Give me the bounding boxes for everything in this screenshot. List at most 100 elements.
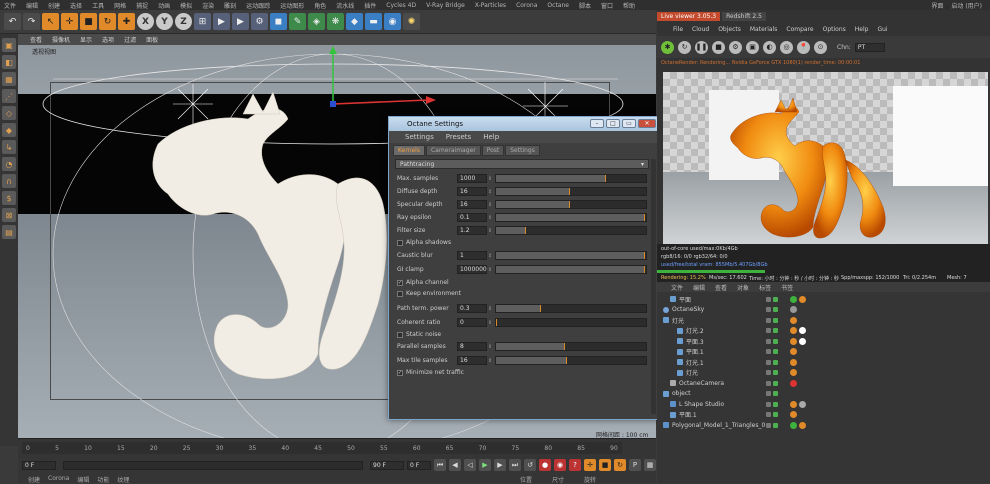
tag-icon[interactable]	[790, 337, 797, 345]
enable-checkmark[interactable]	[773, 380, 778, 386]
octane-render-view[interactable]	[663, 72, 988, 244]
setting-value-field[interactable]: 0.3	[457, 304, 487, 313]
maximize-icon[interactable]: □	[606, 119, 620, 128]
enable-checkmark[interactable]	[773, 370, 778, 375]
setting-value-field[interactable]: 16	[457, 356, 487, 365]
enable-checkmark[interactable]	[773, 307, 778, 312]
frame-range-slider[interactable]	[63, 460, 363, 470]
axis-x-button[interactable]: X	[137, 13, 154, 30]
menu-item[interactable]: 窗口	[601, 1, 613, 10]
checkbox-static-noise[interactable]: Static noise	[397, 331, 441, 338]
menu-item[interactable]: 帮助	[623, 1, 635, 10]
cloner-icon[interactable]: ❋	[327, 13, 344, 30]
setting-slider[interactable]	[495, 356, 647, 365]
scale-tool-icon[interactable]: ■	[80, 13, 97, 30]
live-select-icon[interactable]: ✚	[118, 13, 135, 30]
tag-icon[interactable]	[790, 316, 797, 324]
live-viewer-menu-item[interactable]: Cloud	[692, 26, 709, 33]
setting-slider[interactable]	[495, 342, 647, 351]
menu-item[interactable]: 流水线	[336, 1, 354, 10]
spinner-icon[interactable]: ⇕	[488, 267, 492, 273]
spinner-icon[interactable]: ⇕	[488, 176, 492, 182]
tag-icon[interactable]	[799, 421, 806, 429]
checkbox-alpha-shadows[interactable]: Alpha shadows	[397, 239, 451, 246]
setting-value-field[interactable]: 0.1	[457, 213, 487, 222]
setting-value-field[interactable]: 1.2	[457, 226, 487, 235]
redo-icon[interactable]: ↷	[23, 13, 40, 30]
dialog-menu-item[interactable]: Settings	[405, 133, 434, 141]
spinner-icon[interactable]: ⇕	[488, 306, 492, 312]
object-visibility-flags[interactable]	[766, 370, 778, 375]
spinner-icon[interactable]: ⇕	[488, 189, 492, 195]
checkbox-minimize-net[interactable]: ✓ Minimize net traffic	[397, 369, 464, 376]
tag-icon[interactable]	[799, 295, 806, 303]
loop-icon[interactable]: ↺	[524, 459, 536, 471]
object-row[interactable]: 平面.1	[663, 410, 983, 420]
checkbox-keep-environment[interactable]: Keep environment	[397, 290, 461, 297]
live-viewer-menu-item[interactable]: Help	[855, 26, 869, 33]
object-row[interactable]: 灯光	[663, 315, 983, 325]
tab-post[interactable]: Post	[481, 145, 505, 156]
key-position-icon[interactable]: ✛	[584, 459, 596, 471]
subdivision-icon[interactable]: ◈	[308, 13, 325, 30]
object-visibility-flags[interactable]	[766, 401, 778, 407]
axis-z-button[interactable]: Z	[175, 13, 192, 30]
object-visibility-flags[interactable]	[766, 391, 778, 396]
next-key-icon[interactable]: ▶	[494, 459, 506, 471]
prev-key-icon[interactable]: ◀	[449, 459, 461, 471]
editor-visibility-dot[interactable]	[766, 317, 771, 323]
object-menu-item[interactable]: 标签	[759, 283, 771, 292]
object-menu-item[interactable]: 查看	[715, 283, 727, 292]
object-row[interactable]: L Shape Studio	[663, 399, 983, 409]
live-viewer-tab[interactable]: Live viewer 3.05.3	[657, 12, 721, 21]
tag-icon[interactable]	[799, 327, 806, 334]
snap-icon[interactable]: ∩	[2, 174, 16, 188]
object-visibility-flags[interactable]	[766, 380, 778, 386]
lock-icon[interactable]: ⊙	[814, 40, 827, 54]
object-row[interactable]: OctaneSky	[663, 305, 983, 315]
spinner-icon[interactable]: ⇕	[488, 215, 492, 221]
checkbox-box[interactable]: ✓	[397, 369, 403, 376]
editor-visibility-dot[interactable]	[766, 422, 771, 428]
setting-value-field[interactable]: 1000000	[457, 265, 487, 274]
enable-checkmark[interactable]	[773, 338, 778, 344]
editor-visibility-dot[interactable]	[766, 370, 771, 375]
menu-item[interactable]: 选择	[70, 1, 82, 10]
keyframe-selection-icon[interactable]: ?	[569, 459, 581, 471]
editor-visibility-dot[interactable]	[766, 380, 771, 386]
object-row[interactable]: 平面.3	[663, 336, 983, 346]
live-viewer-menu-item[interactable]: Options	[823, 26, 846, 33]
object-row[interactable]: 平面	[663, 294, 983, 304]
checkbox-box[interactable]	[397, 239, 403, 246]
gear-icon[interactable]: ✱	[661, 40, 674, 54]
tag-icon[interactable]	[790, 369, 797, 376]
texture-mode-icon[interactable]: ▦	[2, 72, 16, 86]
menu-item[interactable]: X-Particles	[475, 2, 506, 9]
object-visibility-flags[interactable]	[766, 349, 778, 354]
menu-item[interactable]: Octane	[547, 2, 569, 9]
tag-icon[interactable]	[790, 306, 797, 313]
live-viewer-tab[interactable]: Redshift 2.5	[722, 12, 766, 21]
live-viewer-menu-item[interactable]: File	[673, 26, 683, 33]
menu-item[interactable]: Cycles 4D	[386, 2, 416, 9]
render-picture-viewer-icon[interactable]: ▶	[232, 13, 249, 30]
light-icon[interactable]: ✺	[403, 13, 420, 30]
rotate-tool-icon[interactable]: ↻	[99, 13, 116, 30]
enable-checkmark[interactable]	[773, 422, 778, 428]
object-menu-item[interactable]: 编辑	[693, 283, 705, 292]
edges-mode-icon[interactable]: ◇	[2, 106, 16, 120]
cube-icon[interactable]: ◼	[270, 13, 287, 30]
go-end-icon[interactable]: ⏭	[509, 459, 521, 471]
region-icon[interactable]: ▣	[746, 40, 759, 54]
editor-visibility-dot[interactable]	[766, 338, 771, 344]
tag-icon[interactable]	[799, 400, 806, 408]
workplane-icon[interactable]: $	[2, 191, 16, 205]
tag-icon[interactable]	[790, 400, 797, 408]
dialog-scrollbar[interactable]	[651, 159, 656, 414]
key-scale-icon[interactable]: ■	[599, 459, 611, 471]
autokey-icon[interactable]: ◉	[554, 459, 566, 471]
select-tool-icon[interactable]: ↖	[42, 13, 59, 30]
setting-value-field[interactable]: 16	[457, 187, 487, 196]
spinner-icon[interactable]: ⇕	[488, 202, 492, 208]
spinner-icon[interactable]: ⇕	[488, 344, 492, 350]
